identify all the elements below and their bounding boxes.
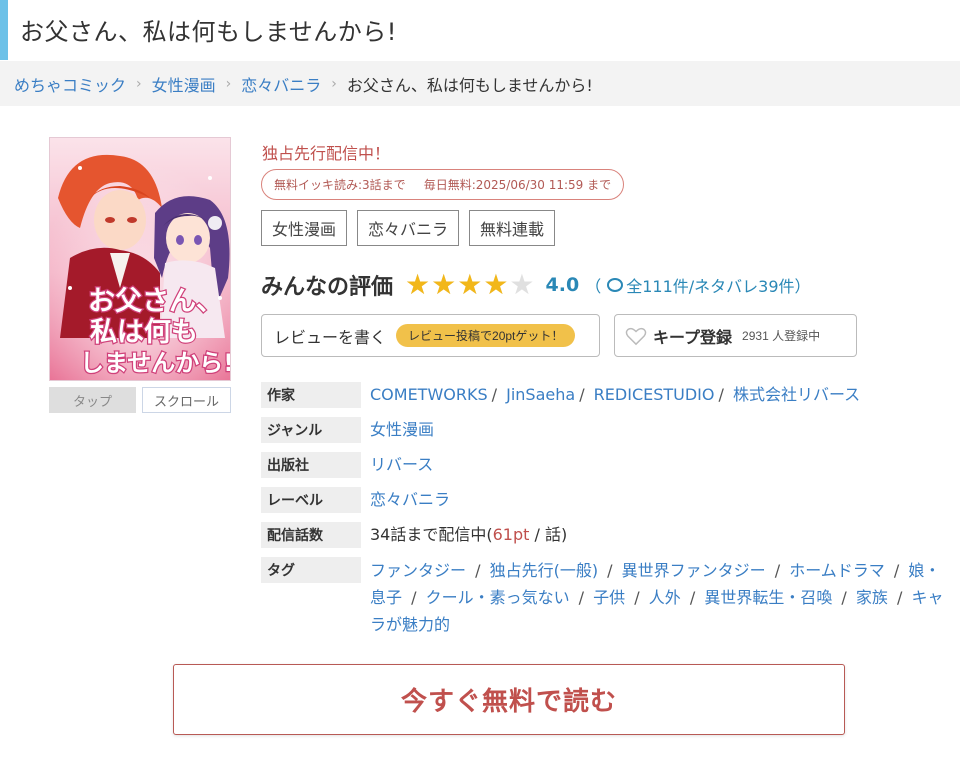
cover-title-line-3: しませんから! <box>80 349 231 377</box>
chip-free-serial[interactable]: 無料連載 <box>469 210 556 246</box>
label-link[interactable]: 恋々バニラ <box>370 490 450 509</box>
chip-genre[interactable]: 女性漫画 <box>261 210 348 246</box>
rating-row: みんなの評価 ★★★★★ ★★★★★ 4.0 （ 全111件 /ネタバレ39件 … <box>261 266 811 304</box>
breadcrumb-link-label[interactable]: 恋々バニラ <box>241 72 321 96</box>
info-row-tags: タグ ファンタジー / 独占先行(一般) / 異世界ファンタジー / ホームドラ… <box>261 557 951 638</box>
exclusive-label: 独占先行配信中！ <box>262 144 391 163</box>
page-header: お父さん、私は何もしませんから! <box>0 0 960 60</box>
info-row-label: レーベル 恋々バニラ <box>261 487 951 513</box>
tag-link[interactable]: 子供 <box>593 588 625 607</box>
tag-list: ファンタジー / 独占先行(一般) / 異世界ファンタジー / ホームドラマ /… <box>370 561 944 634</box>
info-row-publisher: 出版社 リバース <box>261 452 951 478</box>
tag-link[interactable]: ファンタジー <box>370 561 466 580</box>
genre-link[interactable]: 女性漫画 <box>370 420 434 439</box>
tab-tap[interactable]: タップ <box>49 387 136 413</box>
paren-close: ） <box>794 277 811 296</box>
episodes-suffix: / 話) <box>529 525 568 544</box>
tag-link[interactable]: ホームドラマ <box>789 561 885 580</box>
star-rating-icon: ★★★★★ ★★★★★ <box>405 268 536 301</box>
read-free-now-button[interactable]: 今すぐ無料で読む <box>173 664 845 735</box>
tag-link[interactable]: 異世界転生・召喚 <box>704 588 832 607</box>
review-total: 全111件 <box>626 277 689 296</box>
info-row-episodes: 配信話数 34話まで配信中(61pt / 話) <box>261 522 951 548</box>
cover-illustration: お父さん、 私は何も しませんから! <box>50 138 231 380</box>
genre-chip-row: 女性漫画 恋々バニラ 無料連載 <box>261 210 556 246</box>
breadcrumb-current: お父さん、私は何もしませんから! <box>346 75 593 95</box>
tag-link[interactable]: 人外 <box>649 588 681 607</box>
cover-title-line-1: お父さん、 <box>88 286 223 317</box>
tag-link[interactable]: 異世界ファンタジー <box>622 561 766 580</box>
free-read-text: 無料イッキ読み:3話まで <box>274 178 406 192</box>
tag-link[interactable]: 家族 <box>856 588 888 607</box>
info-table: 作家 COMETWORKS / JinSaeha / REDICESTUDIO / 株… <box>261 382 951 647</box>
info-row-author: 作家 COMETWORKS / JinSaeha / REDICESTUDIO / 株… <box>261 382 951 408</box>
tab-scroll[interactable]: スクロール <box>142 387 231 413</box>
author-link[interactable]: JinSaeha <box>506 385 575 404</box>
tag-link[interactable]: クール・素っ気ない <box>426 588 570 607</box>
rating-heading: みんなの評価 <box>261 275 394 300</box>
view-mode-tabs: タップ スクロール <box>49 387 231 413</box>
info-row-genre: ジャンル 女性漫画 <box>261 417 951 443</box>
page-title: お父さん、私は何もしませんから! <box>20 18 397 46</box>
spoiler-count: /ネタバレ39件 <box>688 277 795 296</box>
episodes-prefix: 34話まで配信中( <box>370 525 493 544</box>
publisher-link[interactable]: リバース <box>370 455 433 474</box>
info-label: 出版社 <box>261 452 361 478</box>
breadcrumb-separator-icon: › <box>136 75 142 92</box>
title-accent-bar <box>0 0 8 60</box>
chip-label[interactable]: 恋々バニラ <box>357 210 460 246</box>
free-campaign-badge: 無料イッキ読み:3話まで 毎日無料:2025/06/30 11:59 まで <box>261 169 625 200</box>
author-link[interactable]: REDICESTUDIO <box>594 385 715 404</box>
author-link[interactable]: COMETWORKS <box>370 385 488 404</box>
write-review-button[interactable]: レビューを書く レビュー投稿で20ptゲット！ <box>261 314 600 357</box>
info-label: ジャンル <box>261 417 361 443</box>
info-label: タグ <box>261 557 361 583</box>
breadcrumb-separator-icon: › <box>225 75 232 92</box>
heart-icon <box>625 327 647 345</box>
author-link[interactable]: 株式会社リバース <box>733 385 860 404</box>
review-count-link[interactable]: （ 全111件 /ネタバレ39件 ） <box>585 273 810 297</box>
info-label: 作家 <box>261 382 361 408</box>
rating-score: 4.0 <box>545 274 580 296</box>
keep-count: 2931 人登録中 <box>742 329 821 343</box>
paren-open: （ <box>585 277 602 296</box>
daily-free-text: 毎日無料:2025/06/30 11:59 まで <box>423 178 612 192</box>
breadcrumb-link-home[interactable]: めちゃコミック <box>14 72 126 96</box>
episodes-text: 34話まで配信中(61pt / 話) <box>370 522 567 548</box>
review-reward-badge: レビュー投稿で20ptゲット！ <box>396 324 576 347</box>
keep-label: キープ登録 <box>653 329 733 347</box>
info-label: レーベル <box>261 487 361 513</box>
cover-title-line-2: 私は何も <box>90 317 198 348</box>
cover-image[interactable]: お父さん、 私は何も しませんから! <box>49 137 231 381</box>
episode-price: 61pt <box>492 525 530 544</box>
author-list: COMETWORKS / JinSaeha / REDICESTUDIO / 株式会社… <box>370 385 861 404</box>
info-label: 配信話数 <box>261 522 361 548</box>
tag-link[interactable]: 独占先行(一般) <box>490 561 599 580</box>
keep-button[interactable]: キープ登録 2931 人登録中 <box>614 314 857 357</box>
comment-bubble-icon <box>607 278 624 292</box>
breadcrumb-link-genre[interactable]: 女性漫画 <box>152 72 216 96</box>
write-review-label: レビューを書く <box>274 329 387 347</box>
breadcrumb-separator-icon: › <box>331 75 337 92</box>
breadcrumb: めちゃコミック › 女性漫画 › 恋々バニラ › お父さん、私は何もしませんから… <box>0 61 960 106</box>
